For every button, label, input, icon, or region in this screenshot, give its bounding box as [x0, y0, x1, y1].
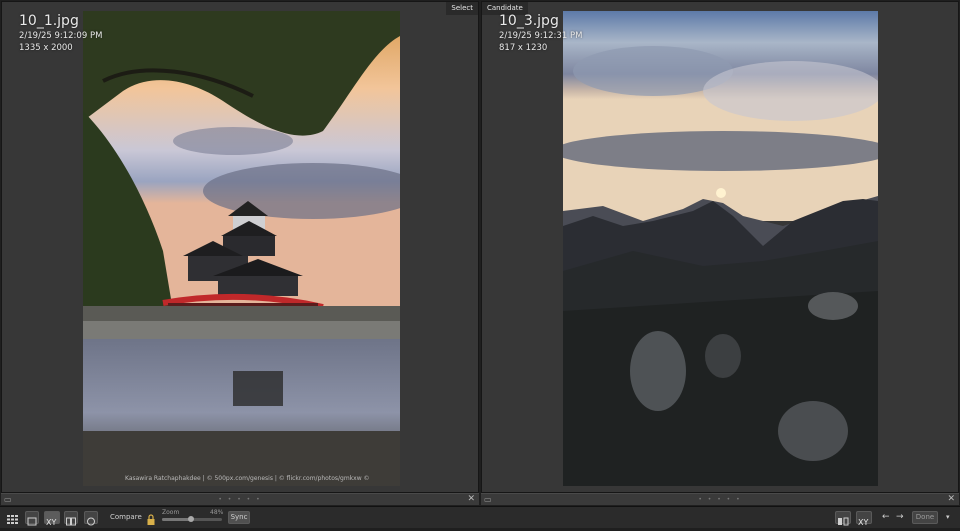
candidate-filename: 10_3.jpg [499, 13, 559, 29]
chevron-down-icon[interactable]: ▾ [946, 511, 950, 524]
select-filename: 10_1.jpg [19, 13, 79, 29]
survey-view-icon[interactable] [64, 511, 78, 526]
close-candidate-icon[interactable]: ✕ [947, 494, 955, 505]
loupe-view-icon[interactable] [25, 511, 39, 526]
select-datetime: 2/19/25 9:12:09 PM [19, 31, 103, 41]
svg-text:XY: XY [858, 518, 868, 527]
select-panel-scrollbar[interactable]: ▭ • • • • • ✕ [1, 493, 479, 505]
zoom-slider-fill [162, 518, 191, 521]
scroll-grip[interactable]: • • • • • [218, 497, 261, 503]
grid-icon[interactable] [6, 511, 20, 524]
candidate-photo[interactable] [563, 11, 878, 486]
compare-label: Compare [110, 513, 142, 521]
select-dimensions: 1335 x 2000 [19, 43, 73, 53]
arrow-left-icon[interactable]: ← [882, 511, 890, 524]
candidate-panel-scrollbar[interactable]: ▭ • • • • • ✕ [481, 493, 959, 505]
people-view-icon[interactable] [84, 511, 98, 526]
scroll-grip[interactable]: • • • • • [698, 497, 741, 503]
candidate-dimensions: 817 x 1230 [499, 43, 548, 53]
lock-icon[interactable] [146, 511, 156, 525]
arrow-right-icon[interactable]: → [896, 511, 904, 524]
candidate-panel[interactable]: Candidate 10_3.jpg 2/19/25 9:12:31 PM 81… [481, 1, 959, 493]
select-info-overlay: 10_1.jpg 2/19/25 9:12:09 PM 1335 x 2000 [19, 12, 102, 54]
mountain-photo-image [563, 11, 878, 486]
photo-credit-watermark: Kasawira Ratchaphakdee | © 500px.com/gen… [125, 475, 370, 482]
close-select-icon[interactable]: ✕ [467, 494, 475, 505]
select-panel[interactable]: Select 10_1.jpg 2/19/25 9:12:09 PM 1335 … [1, 1, 479, 493]
candidate-datetime: 2/19/25 9:12:31 PM [499, 31, 583, 41]
swap-icon[interactable] [835, 511, 851, 526]
toolbar: XY Compare Zoom 48% Sync XY ← → Done ▾ [0, 506, 960, 528]
zoom-slider-thumb[interactable] [187, 516, 194, 522]
panel-icon: ▭ [484, 495, 492, 504]
zoom-slider[interactable] [162, 516, 222, 522]
select-tag: Select [446, 2, 478, 15]
castle-photo-image [83, 11, 400, 486]
select-photo[interactable]: Kasawira Ratchaphakdee | © 500px.com/gen… [83, 11, 400, 486]
done-button[interactable]: Done [912, 511, 938, 524]
make-select-icon[interactable]: XY [856, 511, 872, 527]
svg-text:XY: XY [46, 518, 56, 527]
panel-icon: ▭ [4, 495, 12, 504]
candidate-info-overlay: 10_3.jpg 2/19/25 9:12:31 PM 817 x 1230 [499, 12, 582, 54]
compare-view-icon[interactable]: XY [44, 511, 60, 527]
sync-button[interactable]: Sync [228, 511, 250, 524]
